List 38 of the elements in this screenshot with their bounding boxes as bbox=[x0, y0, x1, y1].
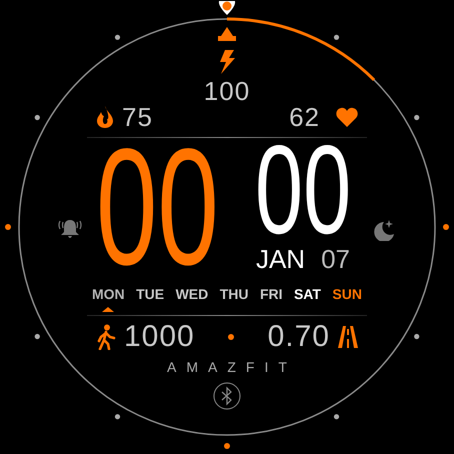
hours-digits: 00 bbox=[96, 144, 219, 272]
tick-dot bbox=[443, 224, 449, 230]
bell-icon bbox=[58, 217, 82, 239]
walking-person-icon bbox=[96, 324, 116, 350]
tick-dot bbox=[34, 114, 40, 120]
weekday-label: MON bbox=[92, 285, 125, 304]
tick-dot bbox=[414, 114, 420, 120]
weekday-label: TUE bbox=[136, 285, 164, 304]
weekday-label: THU bbox=[220, 285, 248, 304]
position-marker-icon bbox=[218, 1, 236, 15]
tick-dot bbox=[414, 334, 420, 340]
separator-dot-icon bbox=[228, 334, 234, 340]
weekday-label: WED bbox=[176, 285, 208, 304]
battery-value: 100 bbox=[204, 78, 250, 104]
weekday-label: FRI bbox=[260, 285, 282, 304]
tick-dot bbox=[34, 334, 40, 340]
tick-dot bbox=[5, 224, 11, 230]
tick-dot bbox=[224, 443, 230, 449]
minutes-digits: 00 bbox=[255, 144, 352, 236]
heart-rate-value: 62 bbox=[289, 104, 320, 130]
weekday-label: SUN bbox=[332, 285, 362, 304]
flame-icon bbox=[96, 106, 114, 128]
weekday-label: SAT bbox=[294, 285, 321, 304]
tick-dot bbox=[114, 414, 120, 420]
lightning-icon bbox=[219, 50, 235, 74]
road-icon bbox=[338, 326, 358, 348]
calories-value: 75 bbox=[122, 104, 153, 130]
distance-value: 0.70 bbox=[268, 322, 330, 352]
heart-icon bbox=[336, 107, 358, 127]
tick-dot bbox=[334, 414, 340, 420]
date-month: JAN bbox=[256, 244, 306, 274]
date-day: 07 bbox=[321, 244, 350, 274]
tick-dot bbox=[334, 34, 340, 40]
steps-value: 1000 bbox=[124, 322, 195, 352]
tick-dot bbox=[114, 34, 120, 40]
bluetooth-icon bbox=[213, 382, 241, 410]
brand-logo-text: AMAZFIT bbox=[167, 360, 297, 374]
pointer-icon bbox=[218, 27, 236, 41]
